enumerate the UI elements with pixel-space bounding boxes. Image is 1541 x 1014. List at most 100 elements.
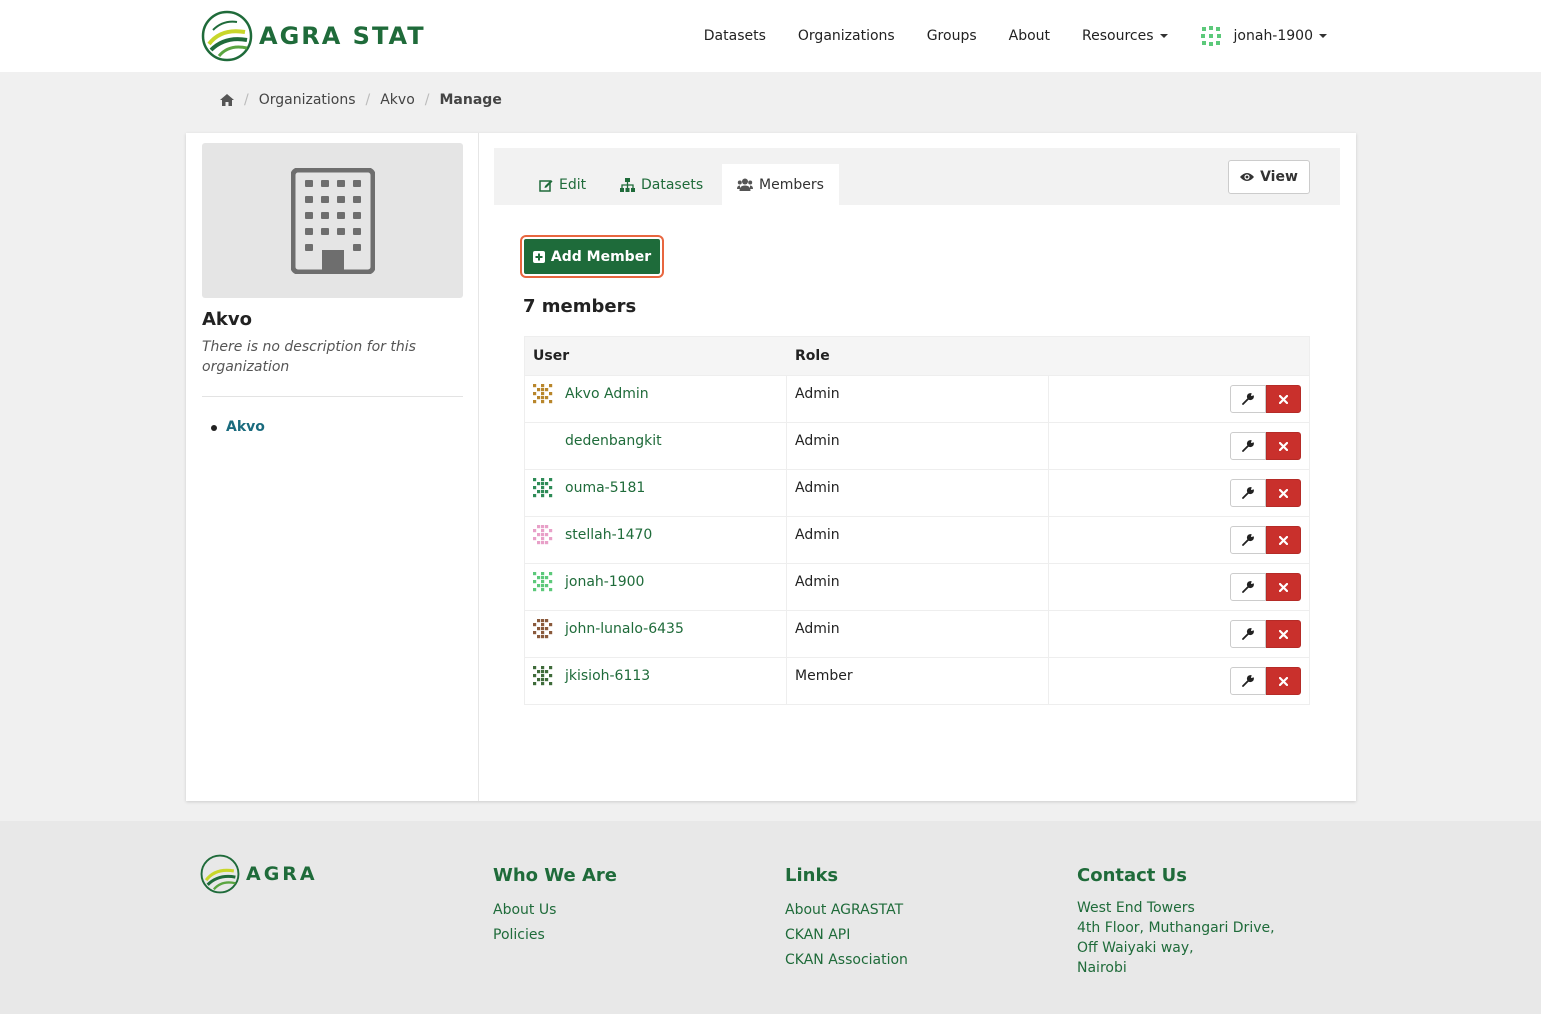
brand-name: AGRA STAT — [259, 22, 426, 50]
actions-cell — [1049, 564, 1309, 610]
edit-icon — [539, 179, 553, 192]
user-cell: jkisioh-6113 — [525, 658, 787, 704]
close-icon — [1279, 488, 1288, 498]
tab-members[interactable]: Members — [722, 164, 839, 205]
user-avatar-icon — [533, 619, 553, 639]
actions-cell — [1049, 611, 1309, 657]
role-cell: Member — [787, 658, 1049, 704]
view-button[interactable]: View — [1228, 160, 1310, 194]
wrench-icon — [1242, 534, 1254, 546]
column-header-user: User — [533, 348, 570, 364]
row-actions — [1230, 526, 1301, 554]
role-cell: Admin — [787, 423, 1049, 469]
footer-links-title: Links — [785, 865, 839, 886]
nav-datasets[interactable]: Datasets — [704, 28, 766, 44]
breadcrumb-separator: / — [244, 92, 249, 108]
row-actions — [1230, 479, 1301, 507]
site-header: AGRA STAT Datasets Organizations Groups … — [0, 0, 1541, 72]
building-icon — [290, 167, 375, 274]
row-actions — [1230, 432, 1301, 460]
remove-member-button[interactable] — [1266, 573, 1301, 601]
user-link[interactable]: john-lunalo-6435 — [565, 621, 684, 637]
remove-member-button[interactable] — [1266, 432, 1301, 460]
breadcrumb: / Organizations / Akvo / Manage — [220, 92, 502, 108]
user-link[interactable]: dedenbangkit — [565, 433, 662, 449]
footer-address-line: Off Waiyaki way, — [1077, 940, 1194, 956]
footer-link-policies[interactable]: Policies — [493, 923, 617, 948]
nav-groups[interactable]: Groups — [927, 28, 977, 44]
nav-organizations[interactable]: Organizations — [798, 28, 895, 44]
role-cell: Admin — [787, 376, 1049, 422]
org-image-placeholder — [202, 143, 463, 298]
user-avatar-icon — [1199, 25, 1222, 47]
edit-member-button[interactable] — [1230, 573, 1266, 601]
user-cell: Akvo Admin — [525, 376, 787, 422]
footer-link-about-agrastat[interactable]: About AGRASTAT — [785, 898, 908, 923]
remove-member-button[interactable] — [1266, 620, 1301, 648]
user-link[interactable]: jkisioh-6113 — [565, 668, 650, 684]
breadcrumb-akvo[interactable]: Akvo — [380, 92, 415, 108]
user-menu-dropdown[interactable]: jonah-1900 — [1199, 25, 1327, 47]
table-row: stellah-1470 Admin — [525, 516, 1309, 563]
table-row: Akvo Admin Admin — [525, 375, 1309, 422]
table-row: jkisioh-6113 Member — [525, 657, 1309, 704]
tab-members-label: Members — [759, 176, 824, 193]
user-link[interactable]: Akvo Admin — [565, 386, 649, 402]
user-link[interactable]: stellah-1470 — [565, 527, 652, 543]
agra-logo-icon — [201, 10, 253, 62]
footer-link-ckan-association[interactable]: CKAN Association — [785, 948, 908, 973]
view-button-label: View — [1260, 169, 1298, 185]
row-actions — [1230, 620, 1301, 648]
remove-member-button[interactable] — [1266, 526, 1301, 554]
row-actions — [1230, 573, 1301, 601]
user-link[interactable]: jonah-1900 — [565, 574, 644, 590]
tab-edit[interactable]: Edit — [524, 164, 601, 205]
nav-about[interactable]: About — [1009, 28, 1050, 44]
actions-cell — [1049, 517, 1309, 563]
user-avatar-icon — [533, 478, 553, 498]
breadcrumb-organizations[interactable]: Organizations — [259, 92, 356, 108]
wrench-icon — [1242, 440, 1254, 452]
breadcrumb-separator: / — [424, 92, 430, 108]
edit-member-button[interactable] — [1230, 620, 1266, 648]
user-link[interactable]: ouma-5181 — [565, 480, 645, 496]
users-icon — [737, 178, 753, 191]
footer-link-ckan-api[interactable]: CKAN API — [785, 923, 908, 948]
edit-member-button[interactable] — [1230, 667, 1266, 695]
site-footer: AGRA Who We Are About Us Policies Links … — [0, 821, 1541, 1014]
close-icon — [1279, 535, 1288, 545]
add-member-button[interactable]: Add Member — [522, 237, 662, 276]
tab-datasets[interactable]: Datasets — [605, 164, 718, 205]
role-cell: Admin — [787, 564, 1049, 610]
user-avatar-icon — [533, 525, 553, 545]
edit-member-button[interactable] — [1230, 479, 1266, 507]
footer-who-title: Who We Are — [493, 865, 618, 886]
org-link-akvo[interactable]: Akvo — [226, 419, 265, 435]
remove-member-button[interactable] — [1266, 479, 1301, 507]
role-cell: Admin — [787, 517, 1049, 563]
remove-member-button[interactable] — [1266, 667, 1301, 695]
wrench-icon — [1242, 487, 1254, 499]
org-name: Akvo — [202, 309, 253, 330]
column-header-role: Role — [795, 348, 830, 364]
footer-link-about-us[interactable]: About Us — [493, 898, 617, 923]
edit-member-button[interactable] — [1230, 385, 1266, 413]
footer-logo[interactable]: AGRA — [200, 854, 318, 894]
wrench-icon — [1242, 628, 1254, 640]
edit-member-button[interactable] — [1230, 526, 1266, 554]
site-logo[interactable]: AGRA STAT — [201, 10, 426, 62]
plus-square-icon — [532, 250, 545, 263]
manage-tabs: Edit Datasets Members View — [494, 148, 1340, 205]
breadcrumb-manage: Manage — [439, 92, 502, 108]
home-icon[interactable] — [220, 94, 234, 106]
main-card: Akvo There is no description for this or… — [186, 133, 1356, 801]
user-avatar-icon — [533, 666, 553, 686]
remove-member-button[interactable] — [1266, 385, 1301, 413]
add-member-label: Add Member — [550, 248, 652, 265]
agra-logo-icon — [200, 854, 240, 894]
table-row: dedenbangkit Admin — [525, 422, 1309, 469]
nav-resources-dropdown[interactable]: Resources — [1082, 28, 1168, 44]
edit-member-button[interactable] — [1230, 432, 1266, 460]
role-cell: Admin — [787, 470, 1049, 516]
footer-brand: AGRA — [246, 863, 318, 885]
